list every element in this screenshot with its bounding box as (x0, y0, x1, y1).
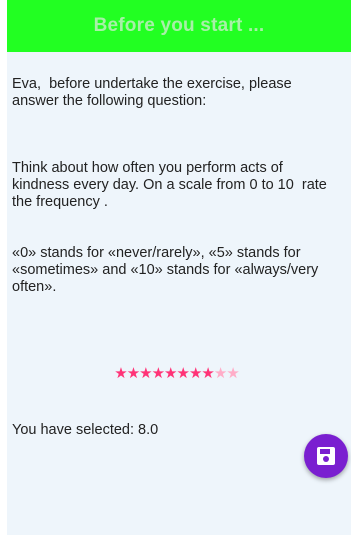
rating-bar[interactable]: ★★★★★★★★★★ (12, 366, 341, 382)
rating-star-icon[interactable]: ★ (127, 366, 140, 382)
rating-star-icon[interactable]: ★ (177, 366, 190, 382)
rating-star-icon[interactable]: ★ (114, 366, 127, 382)
rating-star-icon[interactable]: ★ (201, 366, 214, 382)
page-title: Before you start ... (93, 15, 265, 36)
selected-value-text: You have selected: 8.0 (12, 422, 159, 438)
rating-star-icon[interactable]: ★ (164, 366, 177, 382)
intro-text: Eva, before undertake the exercise, plea… (12, 76, 296, 109)
scale-legend-line: «0» stands for «never/rarely», «5» stand… (12, 245, 323, 295)
screen: Before you start ... Eva, before underta… (7, 0, 351, 535)
question-content: Eva, before undertake the exercise, plea… (7, 52, 351, 439)
question-text: Think about how often you perform acts o… (12, 126, 341, 330)
rating-star-icon[interactable]: ★ (139, 366, 152, 382)
question-line: Think about how often you perform acts o… (12, 160, 331, 210)
rating-star-icon[interactable]: ★ (189, 366, 202, 382)
save-icon (317, 447, 335, 465)
rating-star-icon[interactable]: ★ (226, 366, 239, 382)
rating-star-icon[interactable]: ★ (152, 366, 165, 382)
rating-star-icon[interactable]: ★ (214, 366, 227, 382)
save-button[interactable] (304, 434, 348, 478)
header-bar: Before you start ... (7, 0, 351, 52)
